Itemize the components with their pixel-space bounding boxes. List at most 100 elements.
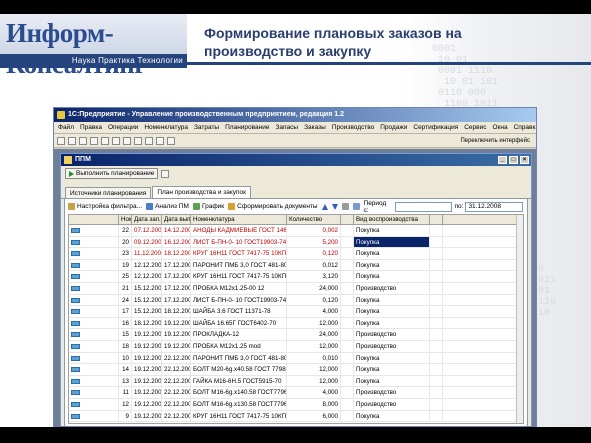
cell-quantity[interactable]: 24,000 bbox=[287, 329, 341, 340]
row-icon-cell[interactable] bbox=[69, 352, 119, 364]
minimize-button[interactable]: _ bbox=[498, 156, 507, 164]
cell-nomenclature[interactable]: БОЛТ М16-6g.х130.58 ГОСТ7796-70 bbox=[191, 398, 287, 410]
table-row[interactable]: 1519.12.200819.12.2008ПРОКЛАДКА-1224,000… bbox=[69, 329, 523, 341]
cell-unit[interactable] bbox=[341, 317, 354, 329]
menu-item-service[interactable]: Сервис bbox=[464, 122, 486, 133]
cell-end-date[interactable]: 17.12.2008 bbox=[162, 271, 191, 282]
cell-unit[interactable] bbox=[341, 248, 354, 259]
cell-unit[interactable] bbox=[341, 364, 354, 375]
table-row[interactable]: 1419.12.200822.12.2008БОЛТ М20-6g.х40.58… bbox=[69, 364, 523, 376]
cell-end-date[interactable]: 17.12.2008 bbox=[162, 294, 191, 306]
col-quantity[interactable]: Количество bbox=[287, 215, 341, 224]
analysis-button[interactable]: Анализ ПМ bbox=[146, 203, 189, 210]
cell-end-date[interactable]: 18.12.2008 bbox=[162, 248, 191, 259]
cell-number[interactable]: 17 bbox=[119, 306, 132, 317]
cell-number[interactable]: 24 bbox=[119, 294, 132, 306]
cell-extra[interactable] bbox=[430, 259, 443, 271]
cell-extra[interactable] bbox=[430, 352, 443, 364]
cell-extra[interactable] bbox=[430, 248, 443, 259]
cell-start-date[interactable]: 19.12.2008 bbox=[132, 364, 162, 375]
cell-reproduction-kind[interactable]: Производство bbox=[354, 398, 430, 410]
cell-extra[interactable] bbox=[430, 375, 443, 387]
cell-end-date[interactable]: 17.12.2008 bbox=[162, 282, 191, 294]
cell-quantity[interactable]: 12,000 bbox=[287, 340, 341, 352]
cell-extra[interactable] bbox=[430, 340, 443, 352]
cell-reproduction-kind[interactable]: Покупка bbox=[354, 259, 430, 271]
cell-extra[interactable] bbox=[430, 410, 443, 422]
calendar-icon[interactable] bbox=[156, 136, 164, 145]
find-icon[interactable] bbox=[134, 136, 142, 145]
table-row[interactable]: 2311.12.200818.12.2008КРУГ 16Н11 ГОСТ 74… bbox=[69, 248, 523, 260]
cell-unit[interactable] bbox=[341, 352, 354, 364]
cell-quantity[interactable]: 0,120 bbox=[287, 294, 341, 306]
cell-number[interactable]: 16 bbox=[119, 317, 132, 329]
cell-end-date[interactable]: 17.12.2008 bbox=[162, 259, 191, 271]
cell-start-date[interactable]: 19.12.2008 bbox=[132, 340, 162, 352]
cell-number[interactable]: 12 bbox=[119, 398, 132, 410]
menu-item-sales[interactable]: Продажи bbox=[380, 122, 407, 133]
cell-unit[interactable] bbox=[341, 306, 354, 317]
menu-item-help[interactable]: Справка bbox=[514, 122, 536, 133]
cell-start-date[interactable]: 18.12.2008 bbox=[132, 317, 162, 329]
new-document-icon[interactable] bbox=[57, 136, 65, 145]
cell-reproduction-kind[interactable]: Покупка bbox=[354, 294, 430, 306]
row-icon-cell[interactable] bbox=[69, 225, 119, 236]
print-icon[interactable] bbox=[123, 136, 131, 145]
cell-reproduction-kind[interactable]: Производство bbox=[354, 387, 430, 398]
cell-extra[interactable] bbox=[430, 306, 443, 317]
menu-item-production[interactable]: Производство bbox=[332, 122, 374, 133]
cell-start-date[interactable]: 15.12.2008 bbox=[132, 282, 162, 294]
close-button[interactable]: × bbox=[520, 156, 529, 164]
cell-reproduction-kind[interactable]: Покупка bbox=[354, 410, 430, 422]
cell-number[interactable]: 15 bbox=[119, 329, 132, 340]
row-icon-cell[interactable] bbox=[69, 259, 119, 271]
cell-unit[interactable] bbox=[341, 259, 354, 271]
cell-nomenclature[interactable]: ПАРОНИТ ПМБ 3,0 ГОСТ 481-80 bbox=[191, 259, 287, 271]
cell-number[interactable]: 9 bbox=[119, 410, 132, 422]
filter-settings-button[interactable]: Настройка фильтра... bbox=[68, 203, 142, 210]
cell-quantity[interactable]: 3,120 bbox=[287, 271, 341, 282]
cell-nomenclature[interactable]: ПАРОНИТ ПМБ 3,0 ГОСТ 481-80 bbox=[191, 352, 287, 364]
table-row[interactable]: 2415.12.200817.12.2008ЛИСТ Б-ПН-0- 10 ГО… bbox=[69, 294, 523, 307]
cell-extra[interactable] bbox=[430, 271, 443, 282]
cell-extra[interactable] bbox=[430, 294, 443, 306]
cell-end-date[interactable]: 18.12.2008 bbox=[162, 306, 191, 317]
cell-quantity[interactable]: 12,000 bbox=[287, 364, 341, 375]
cell-extra[interactable] bbox=[430, 387, 443, 398]
table-row[interactable]: 1912.12.200817.12.2008ПАРОНИТ ПМБ 3,0 ГО… bbox=[69, 259, 523, 272]
cell-reproduction-kind[interactable]: Покупка bbox=[354, 364, 430, 375]
cell-quantity[interactable]: 0,012 bbox=[287, 259, 341, 271]
col-extra[interactable] bbox=[430, 215, 443, 224]
cell-quantity[interactable]: 0,010 bbox=[287, 352, 341, 364]
cell-number[interactable]: 14 bbox=[119, 364, 132, 375]
cell-nomenclature[interactable]: ЛИСТ Б-ПН-0- 10 ГОСТ19903-74 СТ3-5 ГОСТ … bbox=[191, 236, 287, 248]
cell-start-date[interactable]: 12.12.2008 bbox=[132, 259, 162, 271]
cell-end-date[interactable]: 22.12.2008 bbox=[162, 410, 191, 422]
menu-item-operations[interactable]: Операции bbox=[108, 122, 138, 133]
table-row[interactable]: 2512.12.200817.12.2008КРУГ 16Н11 ГОСТ 74… bbox=[69, 271, 523, 283]
cell-reproduction-kind[interactable]: Производство bbox=[354, 340, 430, 352]
cell-quantity[interactable]: 24,000 bbox=[287, 282, 341, 294]
tab-planning-sources[interactable]: Источники планирования bbox=[65, 187, 152, 198]
cell-reproduction-kind[interactable]: Производство bbox=[354, 282, 430, 294]
cell-number[interactable]: 20 bbox=[119, 236, 132, 248]
row-icon-cell[interactable] bbox=[69, 410, 119, 422]
table-row[interactable]: 919.12.200822.12.2008КРУГ 16Н11 ГОСТ 741… bbox=[69, 410, 523, 423]
cell-unit[interactable] bbox=[341, 271, 354, 282]
cell-number[interactable]: 25 bbox=[119, 271, 132, 282]
row-icon-cell[interactable] bbox=[69, 248, 119, 259]
cut-icon[interactable] bbox=[90, 136, 98, 145]
menu-item-edit[interactable]: Правка bbox=[80, 122, 102, 133]
cell-end-date[interactable]: 14.12.2008 bbox=[162, 225, 191, 236]
cell-number[interactable]: 11 bbox=[119, 387, 132, 398]
settings-icon[interactable] bbox=[341, 203, 349, 210]
table-row[interactable]: 2009.12.200816.12.2008ЛИСТ Б-ПН-0- 10 ГО… bbox=[69, 236, 523, 249]
cell-unit[interactable] bbox=[341, 236, 354, 248]
move-up-icon[interactable] bbox=[321, 203, 328, 210]
cell-nomenclature[interactable]: ПРОБКА М12х1.25-00 12 bbox=[191, 282, 287, 294]
table-row[interactable]: 2207.12.200814.12.2008АНОДЫ КАДМИЕВЫЕ ГО… bbox=[69, 225, 523, 237]
date-to-input[interactable]: 31.12.2008 bbox=[465, 201, 523, 212]
cell-nomenclature[interactable]: КРУГ 16Н11 ГОСТ 7417-75 10КП-Б-66-Т0 ГОС… bbox=[191, 248, 287, 259]
copy-icon[interactable] bbox=[101, 136, 109, 145]
menu-item-nomenclature[interactable]: Номенклатура bbox=[144, 122, 188, 133]
